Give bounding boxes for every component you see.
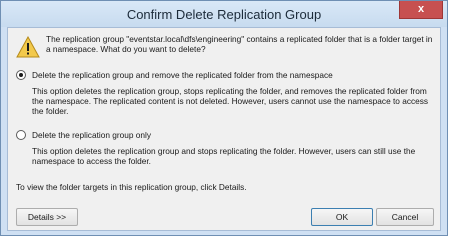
radio-button[interactable] xyxy=(16,130,26,140)
dialog-title: Confirm Delete Replication Group xyxy=(126,7,322,22)
option-delete-and-remove[interactable]: Delete the replication group and remove … xyxy=(16,70,333,80)
option-description: This option deletes the replication grou… xyxy=(32,146,416,166)
close-icon: x xyxy=(417,3,425,15)
ok-button[interactable]: OK xyxy=(311,208,373,226)
warning-message: The replication group "eventstar.local\d… xyxy=(46,34,433,54)
cancel-button[interactable]: Cancel xyxy=(376,208,434,226)
details-hint: To view the folder targets in this repli… xyxy=(16,182,247,192)
dialog-window: Confirm Delete Replication Group x The r… xyxy=(0,0,448,236)
option-label[interactable]: Delete the replication group and remove … xyxy=(32,70,333,80)
title-bar[interactable]: Confirm Delete Replication Group x xyxy=(1,1,447,27)
option-delete-only[interactable]: Delete the replication group only xyxy=(16,130,151,140)
close-button[interactable]: x xyxy=(399,1,443,19)
details-button[interactable]: Details >> xyxy=(16,208,78,226)
option-label[interactable]: Delete the replication group only xyxy=(32,130,151,140)
dialog-body: The replication group "eventstar.local\d… xyxy=(7,27,441,231)
radio-button-selected[interactable] xyxy=(16,70,26,80)
warning-icon xyxy=(16,36,40,58)
option-description: This option deletes the replication grou… xyxy=(32,86,429,116)
